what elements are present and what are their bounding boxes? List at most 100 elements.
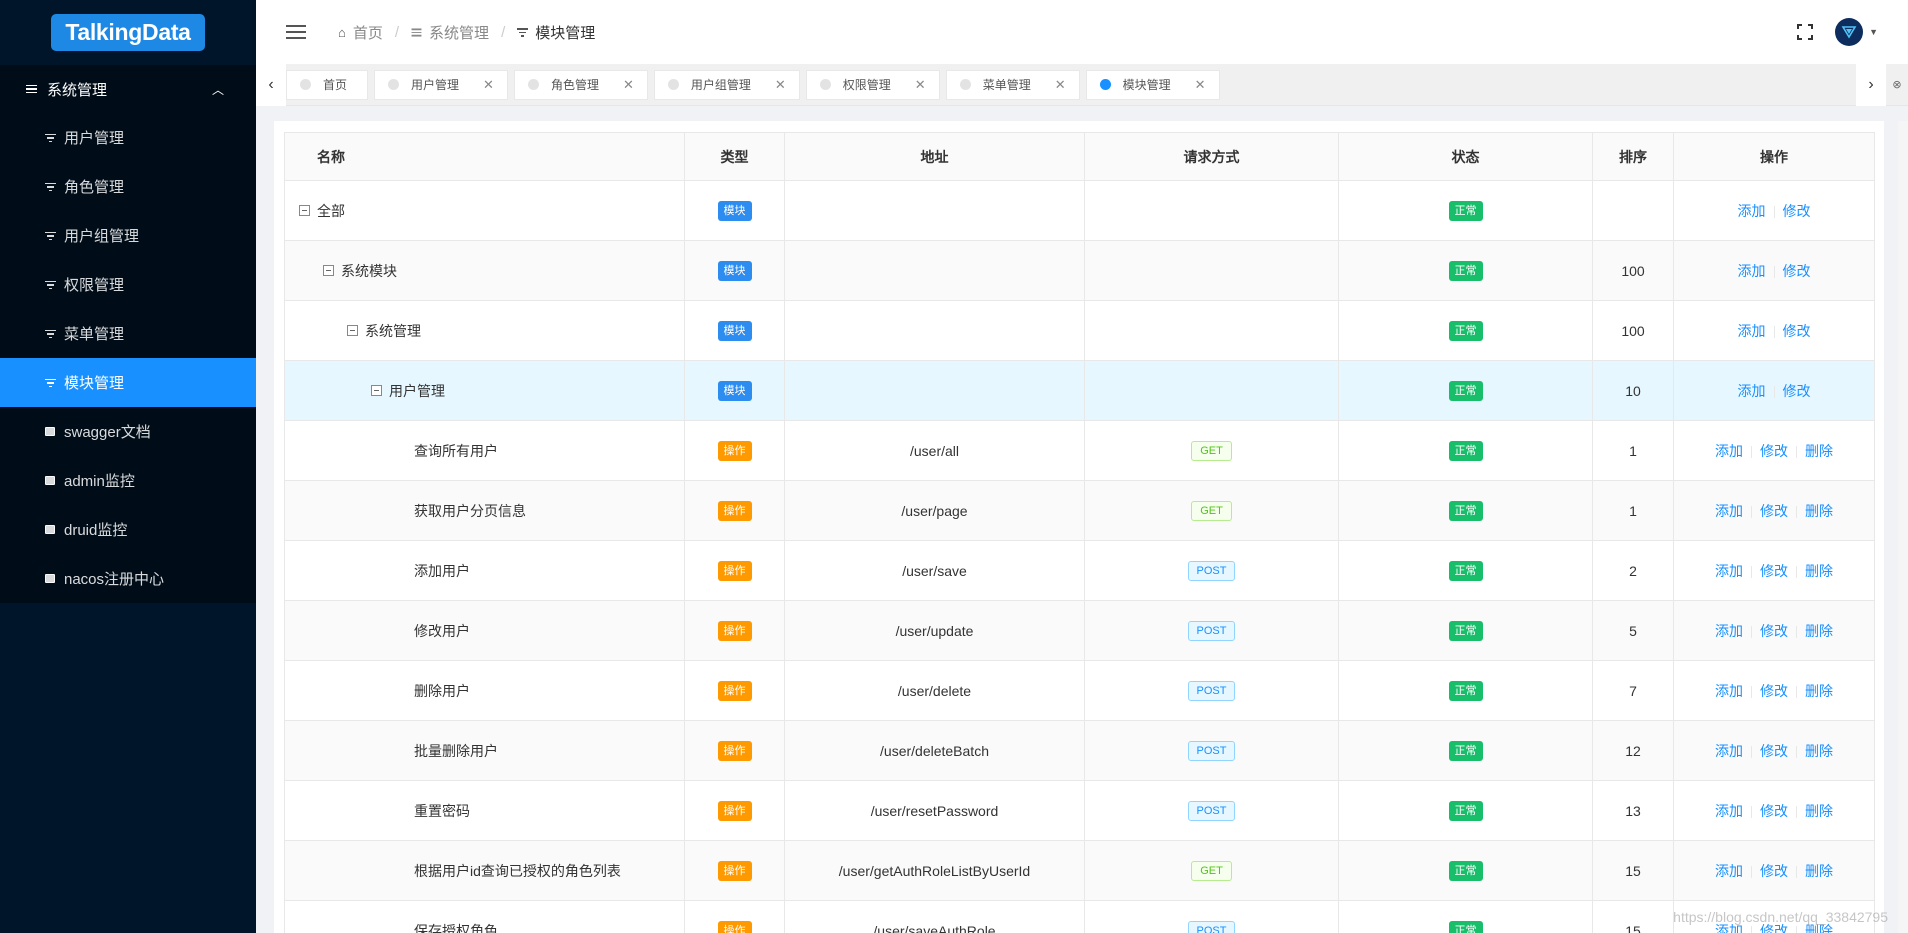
sidebar-item-7[interactable]: admin监控	[0, 456, 256, 505]
table-row[interactable]: 删除用户 操作/user/delete POST 正常 7 添加 修改 删除	[284, 660, 1875, 721]
sidebar-item-5[interactable]: 模块管理	[0, 358, 256, 407]
table-row[interactable]: 保存授权角色 操作/user/saveAuthRole POST 正常 15 添加 修改 删除	[284, 900, 1875, 933]
add-link[interactable]: 添加	[1715, 863, 1743, 879]
breadcrumb-home[interactable]: ⌂ 首页	[338, 22, 383, 43]
scrollbar[interactable]	[1898, 121, 1908, 933]
delete-link[interactable]: 删除	[1805, 563, 1833, 579]
module-table: 名称 类型 地址 请求方式 状态 排序 操作 全部 模块 正常 添加 修改 系统模块 模块正…	[284, 132, 1875, 933]
add-link[interactable]: 添加	[1738, 263, 1766, 279]
edit-link[interactable]: 修改	[1783, 263, 1811, 279]
close-icon[interactable]: ✕	[1195, 77, 1206, 93]
sidebar-item-9[interactable]: nacos注册中心	[0, 554, 256, 603]
edit-link[interactable]: 修改	[1760, 503, 1788, 519]
add-link[interactable]: 添加	[1715, 623, 1743, 639]
add-link[interactable]: 添加	[1715, 803, 1743, 819]
sidebar-item-6[interactable]: swagger文档	[0, 407, 256, 456]
sidebar-item-8[interactable]: druid监控	[0, 505, 256, 554]
delete-link[interactable]: 删除	[1805, 683, 1833, 699]
row-name: 重置密码	[414, 802, 470, 819]
table-row[interactable]: 系统管理 模块 正常 100 添加 修改	[284, 300, 1875, 361]
add-link[interactable]: 添加	[1715, 563, 1743, 579]
table-row[interactable]: 全部 模块 正常 添加 修改	[284, 180, 1875, 241]
edit-link[interactable]: 修改	[1783, 203, 1811, 219]
sidebar-item-2[interactable]: 用户组管理	[0, 211, 256, 260]
status-badge: 正常	[1448, 320, 1483, 341]
table-row[interactable]: 查询所有用户 操作/user/all GET 正常 1 添加 修改 删除	[284, 420, 1875, 481]
edit-link[interactable]: 修改	[1760, 443, 1788, 459]
add-link[interactable]: 添加	[1715, 683, 1743, 699]
collapse-icon[interactable]	[323, 265, 334, 277]
tab-0[interactable]: 首页	[286, 69, 369, 100]
delete-link[interactable]: 删除	[1805, 503, 1833, 519]
table-row[interactable]: 批量删除用户 操作/user/deleteBatch POST 正常 12 添加 修改 删除	[284, 720, 1875, 781]
close-icon[interactable]: ✕	[1055, 77, 1066, 93]
cell-type: 操作	[684, 840, 785, 901]
close-icon[interactable]: ✕	[483, 77, 494, 93]
menu-group-system[interactable]: 系统管理 ︿	[0, 65, 256, 113]
close-icon[interactable]: ✕	[915, 77, 926, 93]
cell-method: GET	[1084, 420, 1339, 481]
menu-toggle-icon[interactable]	[286, 24, 306, 40]
cell-type: 操作	[684, 600, 785, 661]
close-icon[interactable]: ✕	[623, 77, 634, 93]
table-row[interactable]: 添加用户 操作/user/save POST 正常 2 添加 修改 删除	[284, 540, 1875, 601]
tab-3[interactable]: 用户组管理 ✕	[653, 69, 800, 100]
avatar[interactable]	[1835, 18, 1864, 46]
cell-ops: 添加 修改 删除	[1673, 780, 1875, 841]
delete-link[interactable]: 删除	[1805, 803, 1833, 819]
table-row[interactable]: 获取用户分页信息 操作/user/page GET 正常 1 添加 修改 删除	[284, 480, 1875, 541]
fullscreen-icon[interactable]	[1797, 24, 1814, 40]
breadcrumb: ⌂ 首页 / 系统管理 / 模块管理	[338, 22, 595, 43]
logo[interactable]: TalkingData	[51, 14, 205, 51]
edit-link[interactable]: 修改	[1760, 863, 1788, 879]
edit-link[interactable]: 修改	[1760, 683, 1788, 699]
cell-status: 正常	[1338, 600, 1593, 661]
edit-link[interactable]: 修改	[1783, 323, 1811, 339]
add-link[interactable]: 添加	[1715, 503, 1743, 519]
sidebar-item-label: 模块管理	[64, 375, 125, 392]
tab-4[interactable]: 权限管理 ✕	[805, 69, 940, 100]
cell-method: POST	[1084, 660, 1339, 721]
cell-type: 操作	[684, 900, 785, 933]
close-all-icon[interactable]: ⊗	[1886, 64, 1908, 106]
edit-link[interactable]: 修改	[1760, 743, 1788, 759]
delete-link[interactable]: 删除	[1805, 743, 1833, 759]
tab-2[interactable]: 角色管理 ✕	[513, 69, 648, 100]
table-row[interactable]: 系统模块 模块 正常 100 添加 修改	[284, 240, 1875, 301]
sidebar-item-4[interactable]: 菜单管理	[0, 309, 256, 358]
tab-1[interactable]: 用户管理 ✕	[374, 69, 508, 100]
chevron-left-icon[interactable]: ‹	[256, 63, 286, 106]
sidebar-item-1[interactable]: 角色管理	[0, 162, 256, 211]
cell-status: 正常	[1338, 300, 1593, 361]
sidebar-item-3[interactable]: 权限管理	[0, 260, 256, 309]
add-link[interactable]: 添加	[1738, 323, 1766, 339]
edit-link[interactable]: 修改	[1760, 623, 1788, 639]
chevron-right-icon[interactable]: ›	[1856, 63, 1886, 106]
delete-link[interactable]: 删除	[1805, 863, 1833, 879]
edit-link[interactable]: 修改	[1760, 563, 1788, 579]
table-row[interactable]: 根据用户id查询已授权的角色列表 操作/user/getAuthRoleListB…	[284, 840, 1875, 901]
edit-link[interactable]: 修改	[1783, 383, 1811, 399]
tab-6[interactable]: 模块管理 ✕	[1085, 69, 1220, 100]
tab-5[interactable]: 菜单管理 ✕	[945, 69, 1080, 100]
caret-down-icon[interactable]: ▼	[1869, 27, 1878, 37]
close-icon[interactable]: ✕	[775, 77, 786, 93]
tab-label: 用户组管理	[690, 78, 751, 92]
delete-link[interactable]: 删除	[1805, 443, 1833, 459]
add-link[interactable]: 添加	[1738, 383, 1766, 399]
table-row[interactable]: 重置密码 操作/user/resetPassword POST 正常 13 添加 修改 删除	[284, 780, 1875, 841]
add-link[interactable]: 添加	[1715, 443, 1743, 459]
table-row[interactable]: 用户管理 模块 正常 10 添加 修改	[284, 360, 1875, 421]
collapse-icon[interactable]	[299, 205, 310, 217]
row-name: 修改用户	[414, 622, 470, 639]
breadcrumb-system[interactable]: 系统管理	[411, 22, 489, 43]
edit-link[interactable]: 修改	[1760, 803, 1788, 819]
delete-link[interactable]: 删除	[1805, 623, 1833, 639]
table-row[interactable]: 修改用户 操作/user/update POST 正常 5 添加 修改 删除	[284, 600, 1875, 661]
add-link[interactable]: 添加	[1738, 203, 1766, 219]
add-link[interactable]: 添加	[1715, 743, 1743, 759]
collapse-icon[interactable]	[347, 325, 358, 337]
sidebar-item-0[interactable]: 用户管理	[0, 113, 256, 162]
submenu: 用户管理 角色管理 用户组管理 权限管理 菜单管理模块管理 swagger文档 admin监…	[0, 113, 256, 603]
collapse-icon[interactable]	[371, 385, 382, 397]
